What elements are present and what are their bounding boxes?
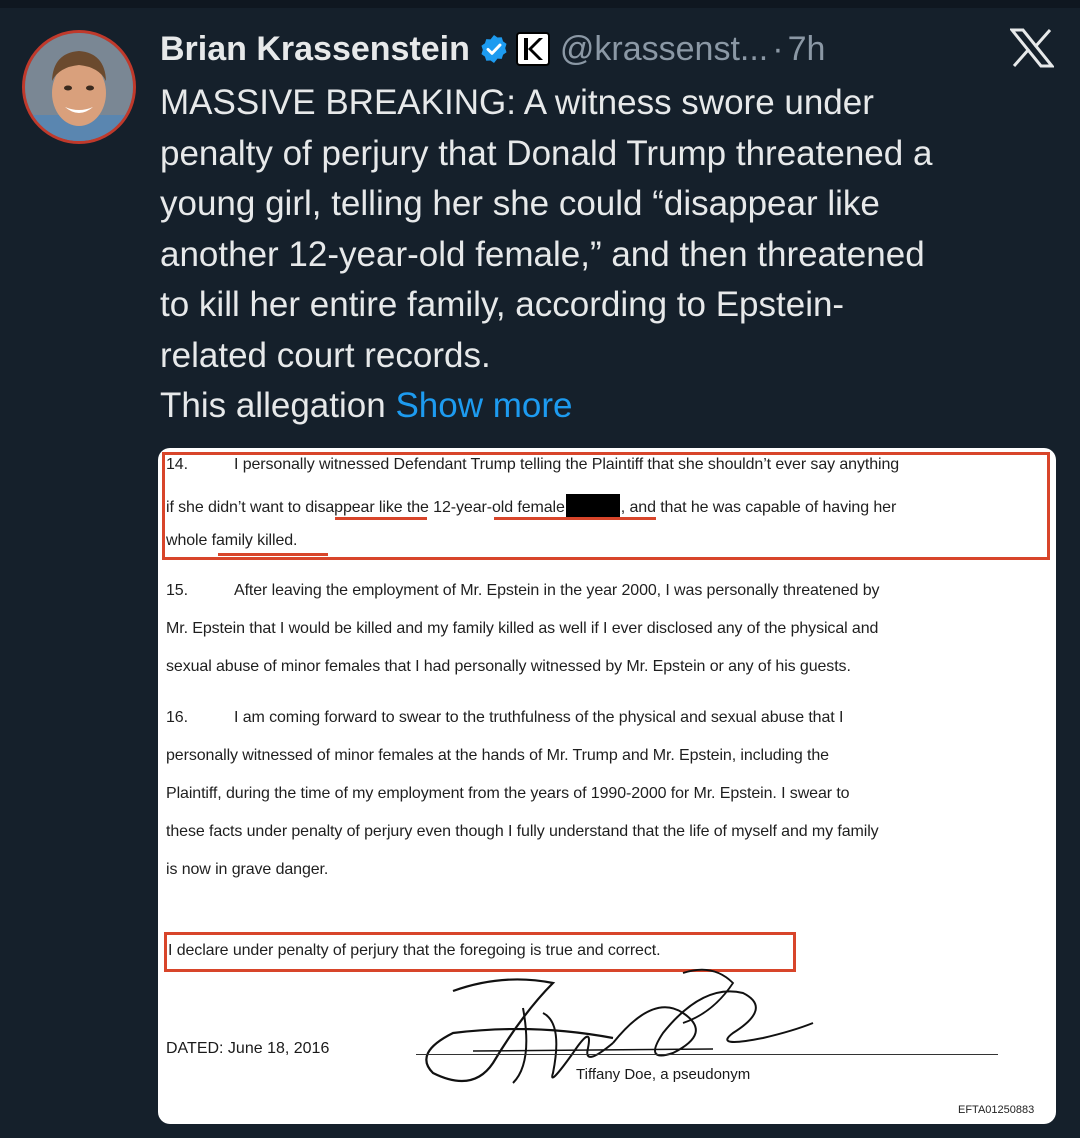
p16-line1-text: I am coming forward to swear to the trut… — [234, 709, 844, 726]
verified-badge-icon — [478, 33, 510, 65]
p14-line1: 14. I personally witnessed Defendant Trum… — [166, 456, 899, 474]
k-badge-icon — [515, 32, 550, 66]
p16-number: 16. — [166, 709, 188, 726]
signature-line — [416, 1054, 998, 1055]
tweet-line-last: This allegation Show more — [160, 381, 1060, 432]
p15-line2: Mr. Epstein that I would be killed and m… — [166, 620, 879, 637]
tweet-line: related court records. — [160, 335, 491, 375]
p14-line2: if she didn’t want to disappear like the… — [166, 494, 896, 518]
top-strip — [0, 0, 1080, 8]
show-more-link[interactable]: Show more — [395, 386, 572, 425]
p16-line5: is now in grave danger. — [166, 861, 329, 878]
tweet-text: MASSIVE BREAKING: A witness swore under … — [160, 78, 1060, 432]
redaction-block — [565, 494, 620, 518]
tweet-line: young girl, telling her she could “disap… — [160, 184, 880, 223]
p14-line2a-text: if she didn’t want to disappear like the… — [166, 499, 565, 516]
underline-family-killed — [218, 553, 328, 556]
tweet-line: another 12-year-old female,” and then th… — [160, 234, 925, 274]
p16-line1: 16. I am coming forward to swear to the t… — [166, 709, 843, 727]
underline-12-year-old — [494, 517, 656, 520]
tweet-header: Brian Krassenstein @krassenst... · 7h — [160, 24, 825, 74]
p14-line3-text: whole family killed. — [166, 532, 298, 549]
timestamp[interactable]: 7h — [788, 30, 826, 69]
p14-line1-text: I personally witnessed Defendant Trump t… — [234, 456, 900, 473]
p15-number: 15. — [166, 582, 188, 599]
p15-line1-text: After leaving the employment of Mr. Epst… — [234, 582, 880, 599]
underline-disappear — [335, 517, 427, 520]
p16-line4: these facts under penalty of perjury eve… — [166, 823, 879, 840]
p16-line2: personally witnessed of minor females at… — [166, 747, 829, 764]
avatar[interactable] — [22, 30, 136, 144]
x-logo-icon — [1008, 28, 1056, 73]
author-handle[interactable]: @krassenst... — [560, 30, 768, 69]
tweet-line: to kill her entire family, according to … — [160, 285, 845, 324]
p14-line3: whole family killed. — [166, 532, 297, 550]
p15-line3: sexual abuse of minor females that I had… — [166, 658, 851, 675]
document-image[interactable]: 14. I personally witnessed Defendant Trum… — [158, 448, 1056, 1124]
document-id: EFTA01250883 — [958, 1104, 1035, 1116]
author-name[interactable]: Brian Krassenstein — [160, 30, 470, 69]
signer-name: Tiffany Doe, a pseudonym — [576, 1066, 751, 1083]
p16-line3: Plaintiff, during the time of my employm… — [166, 785, 850, 802]
dated-line: DATED: June 18, 2016 — [166, 1040, 330, 1057]
tweet-line-prefix: This allegation — [160, 386, 386, 425]
p15-line1: 15. After leaving the employment of Mr. E… — [166, 582, 879, 600]
p14-number: 14. — [166, 456, 188, 473]
tweet-line: penalty of perjury that Donald Trump thr… — [160, 133, 933, 173]
p14-line2b-text: , and that he was capable of having her — [620, 499, 897, 516]
tweet-line: MASSIVE BREAKING: A witness swore under — [160, 83, 874, 122]
separator-dot: · — [772, 29, 784, 68]
